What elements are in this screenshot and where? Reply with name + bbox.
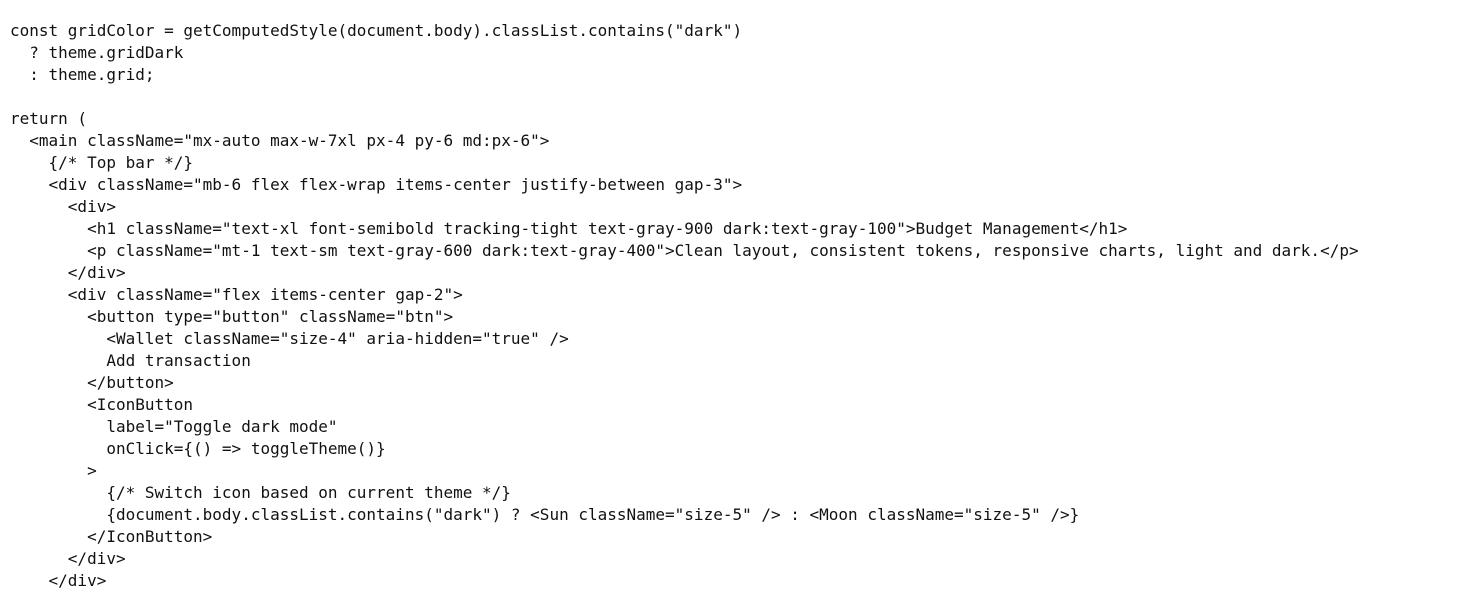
code-line: <p className="mt-1 text-sm text-gray-600… (10, 241, 1359, 260)
code-line: const gridColor = getComputedStyle(docum… (10, 21, 743, 40)
code-line: <main className="mx-auto max-w-7xl px-4 … (10, 131, 550, 150)
code-line: <div> (10, 197, 116, 216)
code-line: <h1 className="text-xl font-semibold tra… (10, 219, 1128, 238)
code-line: <button type="button" className="btn"> (10, 307, 454, 326)
code-line: > (10, 461, 97, 480)
code-line: <div className="flex items-center gap-2"… (10, 285, 463, 304)
code-line: </div> (10, 263, 126, 282)
code-line: ? theme.gridDark (10, 43, 184, 62)
code-line: </IconButton> (10, 527, 213, 546)
code-line: </div> (10, 571, 107, 590)
code-line: return ( (10, 109, 88, 128)
code-line: onClick={() => toggleTheme()} (10, 439, 386, 458)
code-line: {/* Switch icon based on current theme *… (10, 483, 511, 502)
code-line: {/* Top bar */} (10, 153, 194, 172)
code-line: label="Toggle dark mode" (10, 417, 338, 436)
code-line: </button> (10, 373, 174, 392)
code-line: </div> (10, 549, 126, 568)
code-line: <IconButton (10, 395, 194, 414)
code-line: <div className="mb-6 flex flex-wrap item… (10, 175, 743, 194)
code-line: <Wallet className="size-4" aria-hidden="… (10, 329, 569, 348)
code-line: {document.body.classList.contains("dark"… (10, 505, 1080, 524)
code-line: : theme.grid; (10, 65, 155, 84)
code-block: const gridColor = getComputedStyle(docum… (10, 20, 1480, 592)
code-line: Add transaction (10, 351, 251, 370)
